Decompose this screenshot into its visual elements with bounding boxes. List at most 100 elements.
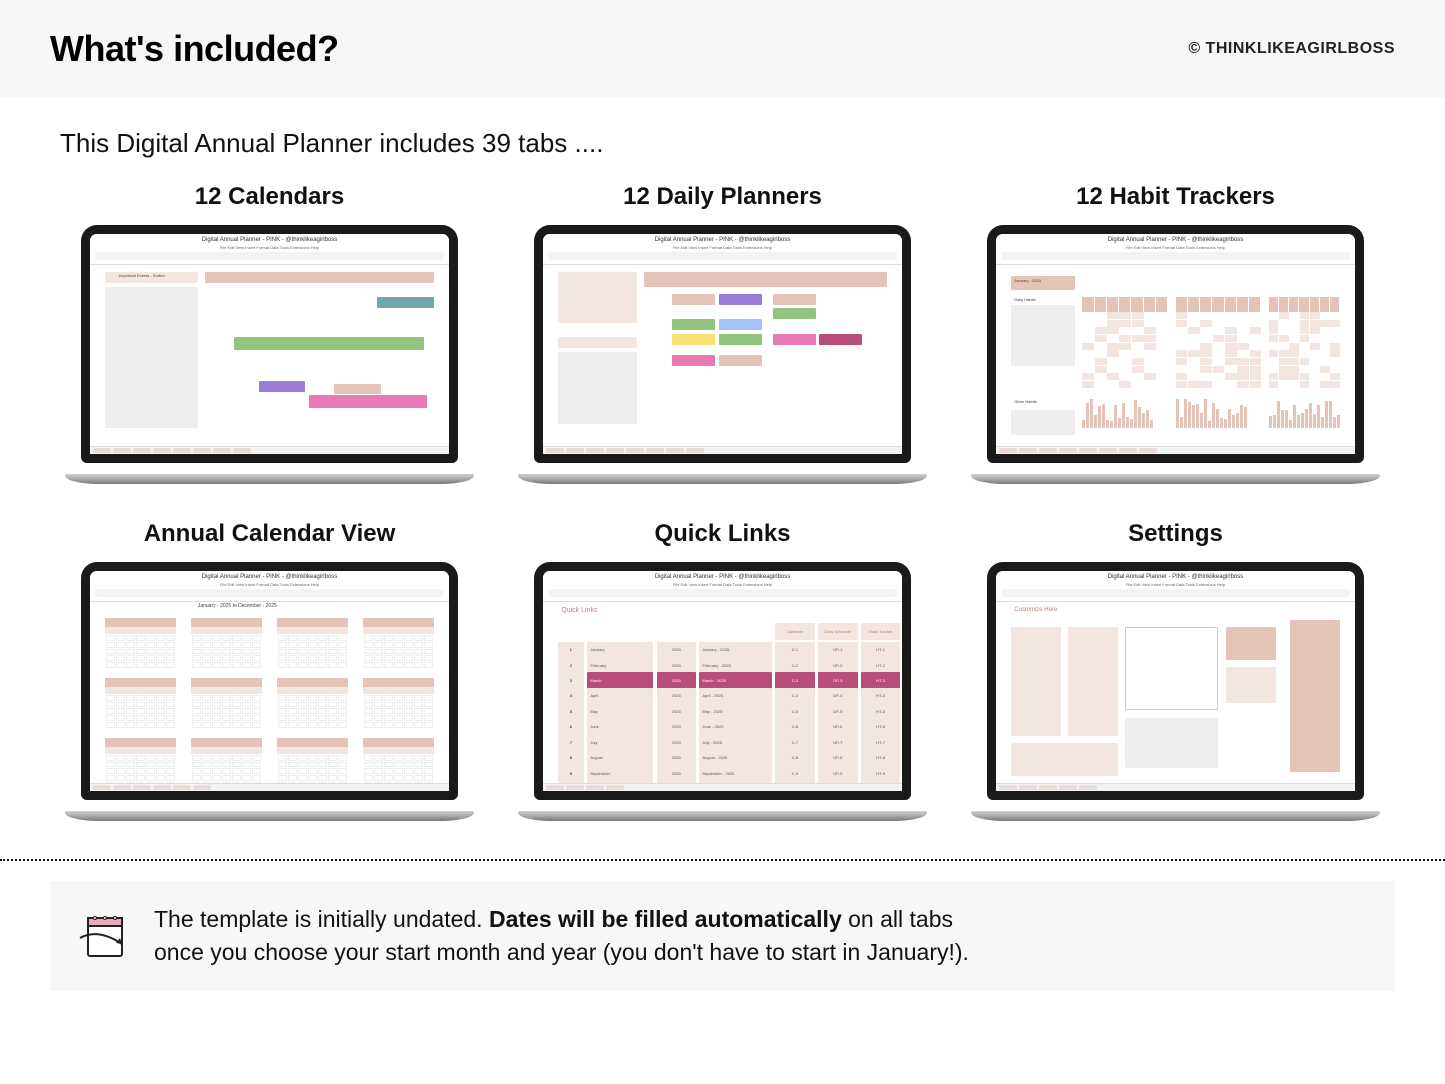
sheet-body: January - 2025 Daily Habits Other Habits bbox=[996, 265, 1354, 446]
subtitle: This Digital Annual Planner includes 39 … bbox=[0, 98, 1445, 183]
card-title: 12 Calendars bbox=[65, 183, 474, 211]
card-calendars: 12 Calendars Digital Annual Planner - PI… bbox=[65, 183, 474, 484]
mini-calendar bbox=[191, 678, 263, 729]
laptop: Digital Annual Planner - PINK - @thinkli… bbox=[518, 562, 927, 821]
sheets-chrome: Digital Annual Planner - PINK - @thinkli… bbox=[996, 234, 1354, 265]
cards-grid: 12 Calendars Digital Annual Planner - PI… bbox=[0, 183, 1445, 821]
sheet-tabs bbox=[543, 446, 901, 454]
toolbar bbox=[548, 252, 896, 260]
doc-title: Digital Annual Planner - PINK - @thinkli… bbox=[95, 237, 443, 243]
quicklinks-row: 6June2025June - 2025C-6DP-6HT-6 bbox=[558, 719, 888, 735]
sheets-chrome: Digital Annual Planner - PINK - @thinkli… bbox=[90, 571, 448, 602]
doc-title: Digital Annual Planner - PINK - @thinkli… bbox=[548, 237, 896, 243]
toolbar bbox=[1001, 589, 1349, 597]
footer-note: The template is initially undated. Dates… bbox=[50, 881, 1395, 992]
toolbar bbox=[1001, 252, 1349, 260]
card-daily: 12 Daily Planners Digital Annual Planner… bbox=[518, 183, 927, 484]
sheets-chrome: Digital Annual Planner - PINK - @thinkli… bbox=[543, 571, 901, 602]
sheet-body: Customize Here bbox=[996, 602, 1354, 783]
habit-chart bbox=[1082, 395, 1168, 428]
menu-bar: File Edit View Insert Format Data Tools … bbox=[95, 582, 443, 587]
doc-title: Digital Annual Planner - PINK - @thinkli… bbox=[548, 574, 896, 580]
habit-grid bbox=[1269, 312, 1341, 388]
sheets-chrome: Digital Annual Planner - PINK - @thinkli… bbox=[90, 234, 448, 265]
card-title: 12 Habit Trackers bbox=[971, 183, 1380, 211]
sidebar-header: Important Events - Sorted bbox=[119, 273, 165, 278]
doc-title: Digital Annual Planner - PINK - @thinkli… bbox=[1001, 574, 1349, 580]
footer-pre: The template is initially undated. bbox=[154, 906, 489, 932]
mini-calendar bbox=[105, 618, 177, 669]
sheet-body: January - 2025 to December - 2025 bbox=[90, 602, 448, 783]
mini-calendar bbox=[363, 738, 435, 783]
divider bbox=[0, 859, 1445, 861]
footer-bold: Dates will be filled automatically bbox=[489, 906, 842, 932]
mini-calendar bbox=[277, 618, 349, 669]
mini-calendar bbox=[363, 618, 435, 669]
card-title: Annual Calendar View bbox=[65, 520, 474, 548]
laptop: Digital Annual Planner - PINK - @thinkli… bbox=[518, 225, 927, 484]
card-habits: 12 Habit Trackers Digital Annual Planner… bbox=[971, 183, 1380, 484]
quicklinks-heading: Quick Links bbox=[561, 607, 597, 614]
toolbar bbox=[548, 589, 896, 597]
page-header: What's included? © THINKLIKEAGIRLBOSS bbox=[0, 0, 1445, 98]
menu-bar: File Edit View Insert Format Data Tools … bbox=[1001, 245, 1349, 250]
sheet-body bbox=[543, 265, 901, 446]
habit-chart bbox=[1269, 395, 1341, 428]
sheets-chrome: Digital Annual Planner - PINK - @thinkli… bbox=[996, 571, 1354, 602]
quicklinks-row: 10October2025October - 2025C-10DP-10HT-1… bbox=[558, 780, 888, 783]
sheet-body: Important Events - Sorted bbox=[90, 265, 448, 446]
habit-section1: Daily Habits bbox=[1014, 297, 1035, 302]
mini-calendar bbox=[191, 618, 263, 669]
mini-calendar bbox=[105, 678, 177, 729]
habit-grid bbox=[1082, 312, 1168, 388]
quicklinks-row: 9September2025September - 2025C-9DP-9HT-… bbox=[558, 765, 888, 781]
mini-calendar bbox=[277, 738, 349, 783]
laptop: Digital Annual Planner - PINK - @thinkli… bbox=[971, 562, 1380, 821]
doc-title: Digital Annual Planner - PINK - @thinkli… bbox=[1001, 237, 1349, 243]
quicklinks-row: 3March2025March - 2025C-3DP-3HT-3 bbox=[558, 672, 888, 688]
habit-grid bbox=[1176, 312, 1262, 388]
doc-title: Digital Annual Planner - PINK - @thinkli… bbox=[95, 574, 443, 580]
sheet-tabs bbox=[996, 783, 1354, 791]
page-title: What's included? bbox=[50, 28, 339, 70]
habit-section2: Other Habits bbox=[1014, 399, 1036, 404]
card-quicklinks: Quick Links Digital Annual Planner - PIN… bbox=[518, 520, 927, 821]
menu-bar: File Edit View Insert Format Data Tools … bbox=[95, 245, 443, 250]
card-settings: Settings Digital Annual Planner - PINK -… bbox=[971, 520, 1380, 821]
laptop: Digital Annual Planner - PINK - @thinkli… bbox=[971, 225, 1380, 484]
sheet-body: Quick Links CalendarDaily ScheduleHabit … bbox=[543, 602, 901, 783]
copyright: © THINKLIKEAGIRLBOSS bbox=[1188, 40, 1395, 58]
sheet-tabs bbox=[996, 446, 1354, 454]
quicklinks-row: 1January2025January - 2025C-1DP-1HT-1 bbox=[558, 642, 888, 658]
habit-chart bbox=[1176, 395, 1262, 428]
quicklinks-row: 5May2025May - 2025C-5DP-5HT-5 bbox=[558, 703, 888, 719]
toolbar bbox=[95, 252, 443, 260]
menu-bar: File Edit View Insert Format Data Tools … bbox=[1001, 582, 1349, 587]
footer-line2: once you choose your start month and yea… bbox=[154, 939, 969, 965]
footer-text: The template is initially undated. Dates… bbox=[154, 903, 969, 970]
mini-calendar bbox=[277, 678, 349, 729]
quicklinks-row: 8August2025August - 2025C-8DP-8HT-8 bbox=[558, 749, 888, 765]
laptop: Digital Annual Planner - PINK - @thinkli… bbox=[65, 225, 474, 484]
mini-calendar bbox=[105, 738, 177, 783]
sheet-tabs bbox=[543, 783, 901, 791]
sheet-tabs bbox=[90, 446, 448, 454]
notepad-icon bbox=[78, 908, 134, 964]
sheets-chrome: Digital Annual Planner - PINK - @thinkli… bbox=[543, 234, 901, 265]
mini-calendar bbox=[191, 738, 263, 783]
menu-bar: File Edit View Insert Format Data Tools … bbox=[548, 245, 896, 250]
toolbar bbox=[95, 589, 443, 597]
quicklinks-row: 2February2025February - 2025C-2DP-2HT-2 bbox=[558, 657, 888, 673]
card-annual: Annual Calendar View Digital Annual Plan… bbox=[65, 520, 474, 821]
laptop: Digital Annual Planner - PINK - @thinkli… bbox=[65, 562, 474, 821]
sheet-tabs bbox=[90, 783, 448, 791]
quicklinks-row: 4April2025April - 2025C-4DP-4HT-4 bbox=[558, 688, 888, 704]
settings-heading: Customize Here bbox=[1014, 607, 1057, 613]
card-title: Quick Links bbox=[518, 520, 927, 548]
mini-calendar bbox=[363, 678, 435, 729]
card-title: 12 Daily Planners bbox=[518, 183, 927, 211]
habit-heading: January - 2025 bbox=[1014, 278, 1041, 283]
quicklinks-row: 7July2025July - 2025C-7DP-7HT-7 bbox=[558, 734, 888, 750]
card-title: Settings bbox=[971, 520, 1380, 548]
annual-heading: January - 2025 to December - 2025 bbox=[198, 603, 277, 609]
